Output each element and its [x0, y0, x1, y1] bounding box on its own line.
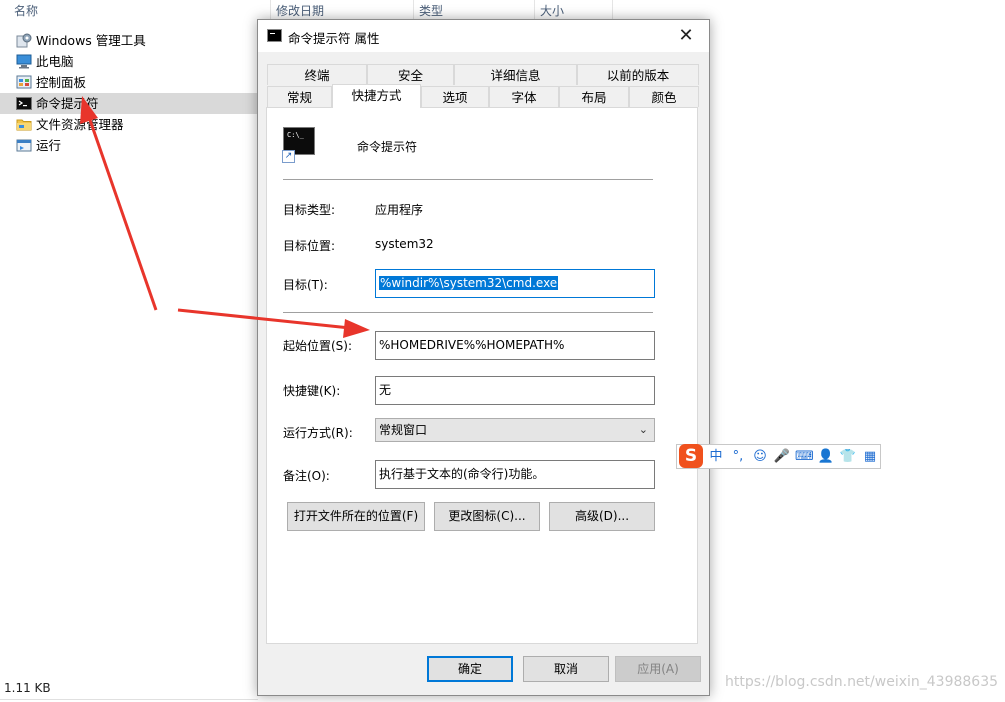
- cmd-icon: [267, 29, 282, 42]
- tab-font[interactable]: 字体: [489, 86, 559, 107]
- list-item-label: 运行: [36, 138, 62, 153]
- target-label: 目标(T):: [283, 278, 328, 292]
- shortcut-key-input[interactable]: 无: [375, 376, 655, 405]
- tab-colors[interactable]: 颜色: [629, 86, 699, 107]
- list-item-label: 控制面板: [36, 75, 87, 90]
- status-file-size: 1.11 KB: [4, 681, 51, 695]
- list-item[interactable]: 此电脑: [10, 51, 260, 72]
- dialog-title: 命令提示符 属性: [288, 31, 380, 46]
- column-header-name[interactable]: 名称: [14, 0, 38, 22]
- close-icon: ✕: [678, 25, 694, 46]
- tab-options[interactable]: 选项: [421, 86, 489, 107]
- shortcut-tab-panel: C:\_ ↗ 命令提示符 目标类型: 应用程序 目标位置: system32 目…: [266, 107, 698, 644]
- cmd-icon: [16, 97, 32, 110]
- ime-user-icon[interactable]: 👤: [817, 447, 835, 467]
- ime-toolbar: S 中 °, ☺ 🎤 ⌨ 👤 👕 ▦: [676, 444, 881, 469]
- list-item-label: 命令提示符: [36, 96, 99, 111]
- tab-security[interactable]: 安全: [367, 64, 454, 85]
- target-location-value: system32: [375, 237, 434, 251]
- target-input[interactable]: %windir%\system32\cmd.exe: [375, 269, 655, 298]
- dialog-titlebar[interactable]: 命令提示符 属性 ✕: [258, 20, 709, 52]
- shortcut-key-label: 快捷键(K):: [283, 384, 341, 398]
- target-type-label: 目标类型:: [283, 203, 336, 217]
- status-divider: [0, 699, 258, 700]
- ime-toolbox-icon[interactable]: ▦: [861, 447, 879, 467]
- ime-keyboard-icon[interactable]: ⌨: [795, 447, 814, 467]
- target-location-label: 目标位置:: [283, 239, 336, 253]
- folder-icon: [16, 119, 32, 131]
- target-input-value: %windir%\system32\cmd.exe: [379, 276, 559, 290]
- cancel-button[interactable]: 取消: [523, 656, 609, 682]
- tab-details[interactable]: 详细信息: [454, 64, 577, 85]
- start-in-input[interactable]: %HOMEDRIVE%%HOMEPATH%: [375, 331, 655, 360]
- list-item-label: Windows 管理工具: [36, 33, 146, 48]
- open-file-location-button[interactable]: 打开文件所在的位置(F): [287, 502, 425, 531]
- ime-punctuation-icon[interactable]: °,: [729, 447, 747, 467]
- file-list: Windows 管理工具 此电脑 控制面板 命令提示符 文件资源管理器 运行: [0, 30, 260, 156]
- list-item[interactable]: 文件资源管理器: [10, 114, 260, 135]
- apply-button[interactable]: 应用(A): [615, 656, 701, 682]
- start-in-label: 起始位置(S):: [283, 339, 353, 353]
- cmd-icon: C:\_ ↗: [282, 127, 315, 163]
- ime-voice-icon[interactable]: 🎤: [773, 447, 791, 467]
- divider: [283, 179, 653, 180]
- ime-skin-icon[interactable]: 👕: [839, 447, 857, 467]
- list-item-label: 此电脑: [36, 54, 74, 69]
- list-item[interactable]: 运行: [10, 135, 260, 156]
- shortcut-arrow-icon: ↗: [282, 150, 295, 163]
- run-select[interactable]: 常规窗口 ⌄: [375, 418, 655, 442]
- run-label: 运行方式(R):: [283, 426, 353, 440]
- tab-previous-versions[interactable]: 以前的版本: [577, 64, 699, 85]
- cmd-prompt-glyph: C:\_: [287, 131, 304, 139]
- divider: [283, 312, 653, 313]
- comment-label: 备注(O):: [283, 469, 330, 483]
- shortcut-name: 命令提示符: [357, 140, 418, 154]
- tab-terminal[interactable]: 终端: [267, 64, 367, 85]
- control-panel-icon: [16, 75, 32, 89]
- close-button[interactable]: ✕: [663, 20, 709, 52]
- tab-shortcut[interactable]: 快捷方式: [332, 84, 421, 108]
- computer-icon: [16, 54, 32, 69]
- chevron-down-icon: ⌄: [638, 423, 648, 436]
- sogou-logo-icon[interactable]: S: [679, 444, 703, 468]
- tab-layout[interactable]: 布局: [559, 86, 629, 107]
- comment-input[interactable]: 执行基于文本的(命令行)功能。: [375, 460, 655, 489]
- ok-button[interactable]: 确定: [427, 656, 513, 682]
- tab-row-front: 常规 快捷方式 选项 字体 布局 颜色: [267, 84, 699, 108]
- watermark: https://blog.csdn.net/weixin_43988635: [725, 674, 999, 690]
- change-icon-button[interactable]: 更改图标(C)...: [434, 502, 540, 531]
- ime-chinese-mode[interactable]: 中: [707, 447, 725, 467]
- ime-emoji-icon[interactable]: ☺: [751, 447, 769, 467]
- list-item[interactable]: Windows 管理工具: [10, 30, 260, 51]
- list-item[interactable]: 控制面板: [10, 72, 260, 93]
- advanced-button[interactable]: 高级(D)...: [549, 502, 655, 531]
- list-item-label: 文件资源管理器: [36, 117, 124, 132]
- tab-row-back: 终端 安全 详细信息 以前的版本: [267, 64, 699, 85]
- run-select-value: 常规窗口: [379, 423, 428, 437]
- target-type-value: 应用程序: [375, 203, 424, 217]
- tab-general[interactable]: 常规: [267, 86, 332, 107]
- list-item-selected[interactable]: 命令提示符: [0, 93, 260, 114]
- admin-tools-icon: [16, 33, 32, 48]
- properties-dialog: 命令提示符 属性 ✕ 终端 安全 详细信息 以前的版本 常规 快捷方式 选项 字…: [257, 19, 710, 696]
- run-icon: [16, 139, 32, 152]
